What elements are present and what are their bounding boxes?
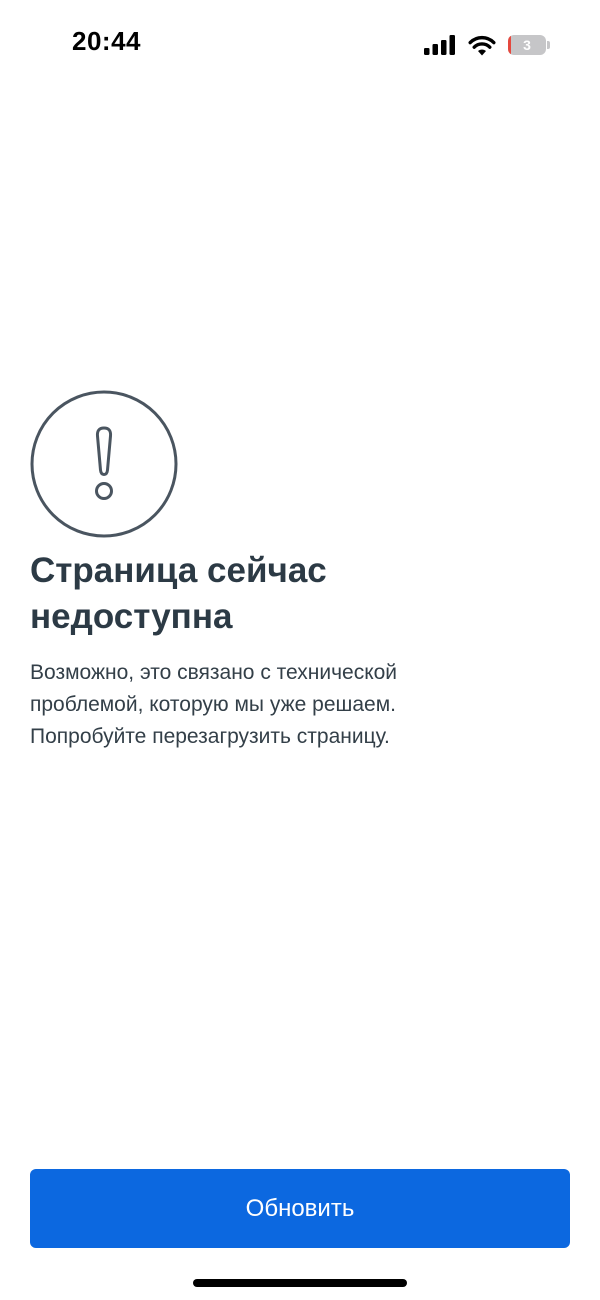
home-indicator[interactable] — [193, 1279, 407, 1287]
status-bar: 20:44 3 — [0, 0, 600, 90]
status-indicators: 3 — [424, 31, 550, 59]
status-time: 20:44 — [72, 26, 141, 56]
refresh-button[interactable]: Обновить — [30, 1169, 570, 1248]
error-screen: 20:44 3 Страница сейчас недоступна Возмо… — [0, 0, 600, 1300]
battery-level: 3 — [523, 37, 531, 53]
description-line-2: проблемой, которую мы уже решаем. — [30, 693, 396, 716]
battery-cap — [547, 41, 550, 49]
description-line-1: Возможно, это связано с технической — [30, 661, 398, 684]
wifi-icon — [468, 35, 496, 55]
page-title: Страница сейчас недоступна — [30, 548, 570, 640]
page-description: Возможно, это связано с технической проб… — [30, 657, 570, 753]
battery-body: 3 — [508, 35, 546, 55]
page-title-line-2: недоступна — [30, 597, 233, 636]
page-title-line-1: Страница сейчас — [30, 551, 327, 590]
battery-icon: 3 — [508, 35, 550, 55]
cellular-signal-icon — [424, 35, 455, 55]
exclamation-circle-icon — [30, 390, 178, 538]
description-line-3: Попробуйте перезагрузить страницу. — [30, 725, 390, 748]
